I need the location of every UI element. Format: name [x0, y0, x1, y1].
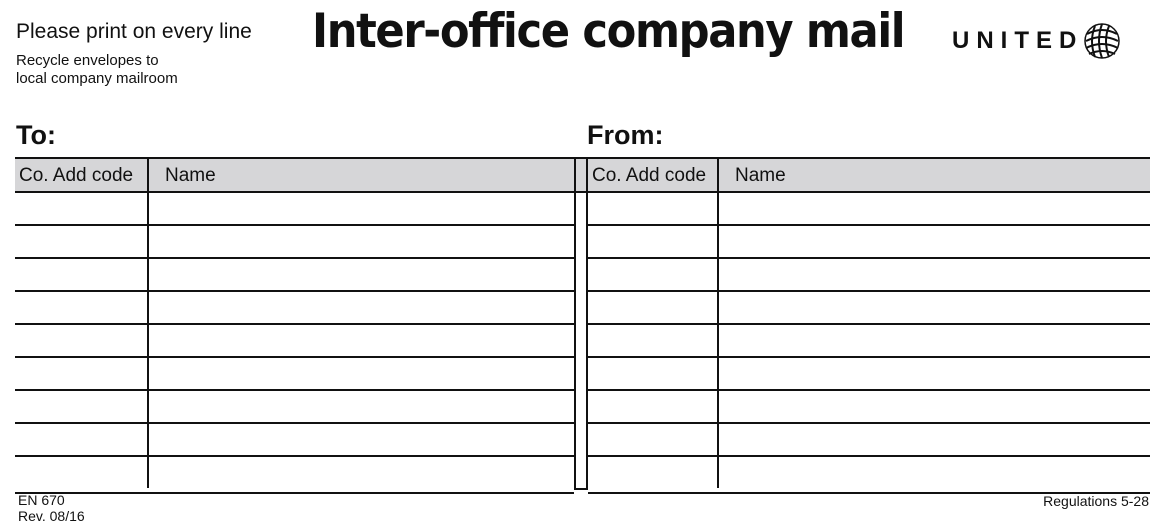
to-name-cell[interactable] [149, 391, 574, 422]
from-name-cell[interactable] [719, 358, 1150, 389]
print-instruction: Please print on every line [16, 20, 252, 43]
to-name-cell[interactable] [149, 457, 574, 488]
form-number-block: EN 670 Rev. 08/16 [18, 492, 85, 524]
to-entry-row [15, 226, 574, 259]
recycle-line-1: Recycle envelopes to [16, 52, 159, 69]
to-entry-row [15, 358, 574, 391]
to-code-cell[interactable] [15, 424, 149, 455]
to-col-name-header: Name [165, 165, 216, 186]
recycle-line-2: local company mailroom [16, 70, 178, 87]
to-table-header: Co. Add code Name [15, 159, 574, 193]
from-name-cell[interactable] [719, 457, 1150, 488]
from-entry-row [588, 358, 1150, 391]
to-entry-row [15, 193, 574, 226]
to-code-cell[interactable] [15, 457, 149, 488]
from-entry-row [588, 226, 1150, 259]
to-name-cell[interactable] [149, 325, 574, 356]
united-globe-icon [1084, 23, 1121, 59]
from-code-cell[interactable] [588, 325, 719, 356]
from-table: Co. Add code Name [588, 157, 1150, 494]
to-col-code-header: Co. Add code [15, 159, 149, 191]
from-name-cell[interactable] [719, 391, 1150, 422]
to-table: Co. Add code Name [15, 157, 574, 494]
to-code-cell[interactable] [15, 325, 149, 356]
from-name-cell[interactable] [719, 292, 1150, 323]
from-table-header: Co. Add code Name [588, 159, 1150, 193]
united-logo: UNITED [952, 22, 1121, 60]
from-name-cell[interactable] [719, 424, 1150, 455]
to-code-cell[interactable] [15, 391, 149, 422]
from-code-cell[interactable] [588, 259, 719, 290]
to-name-cell[interactable] [149, 358, 574, 389]
from-rows [588, 193, 1150, 488]
to-code-cell[interactable] [15, 193, 149, 224]
to-name-cell[interactable] [149, 226, 574, 257]
to-entry-row [15, 292, 574, 325]
to-entry-row [15, 325, 574, 358]
from-entry-row [588, 457, 1150, 488]
to-code-cell[interactable] [15, 259, 149, 290]
from-code-cell[interactable] [588, 391, 719, 422]
to-entry-row [15, 259, 574, 292]
to-entry-row [15, 391, 574, 424]
to-rows [15, 193, 574, 488]
from-name-cell[interactable] [719, 325, 1150, 356]
from-entry-row [588, 259, 1150, 292]
recycle-note: Recycle envelopes to local company mailr… [16, 52, 236, 88]
form-title: Inter-office company mail [312, 4, 906, 59]
regulations-ref: Regulations 5-28 [1043, 493, 1149, 509]
from-code-cell[interactable] [588, 292, 719, 323]
from-code-cell[interactable] [588, 457, 719, 488]
from-name-cell[interactable] [719, 193, 1150, 224]
logo-wordmark: UNITED [952, 27, 1084, 54]
to-entry-row [15, 457, 574, 488]
from-section-label: From: [587, 120, 664, 150]
from-col-code-header: Co. Add code [588, 159, 719, 191]
from-code-cell[interactable] [588, 226, 719, 257]
form-revision: Rev. 08/16 [18, 508, 85, 524]
from-col-name-header: Name [735, 165, 786, 186]
from-code-cell[interactable] [588, 424, 719, 455]
column-divider [574, 157, 588, 490]
to-name-cell[interactable] [149, 292, 574, 323]
from-name-cell[interactable] [719, 226, 1150, 257]
from-entry-row [588, 325, 1150, 358]
to-name-cell[interactable] [149, 424, 574, 455]
to-name-cell[interactable] [149, 259, 574, 290]
to-entry-row [15, 424, 574, 457]
from-code-cell[interactable] [588, 358, 719, 389]
from-entry-row [588, 193, 1150, 226]
to-name-cell[interactable] [149, 193, 574, 224]
from-entry-row [588, 424, 1150, 457]
to-code-cell[interactable] [15, 292, 149, 323]
to-section-label: To: [16, 120, 56, 150]
to-code-cell[interactable] [15, 358, 149, 389]
from-entry-row [588, 391, 1150, 424]
from-name-cell[interactable] [719, 259, 1150, 290]
from-entry-row [588, 292, 1150, 325]
to-code-cell[interactable] [15, 226, 149, 257]
form-number: EN 670 [18, 492, 65, 508]
from-code-cell[interactable] [588, 193, 719, 224]
